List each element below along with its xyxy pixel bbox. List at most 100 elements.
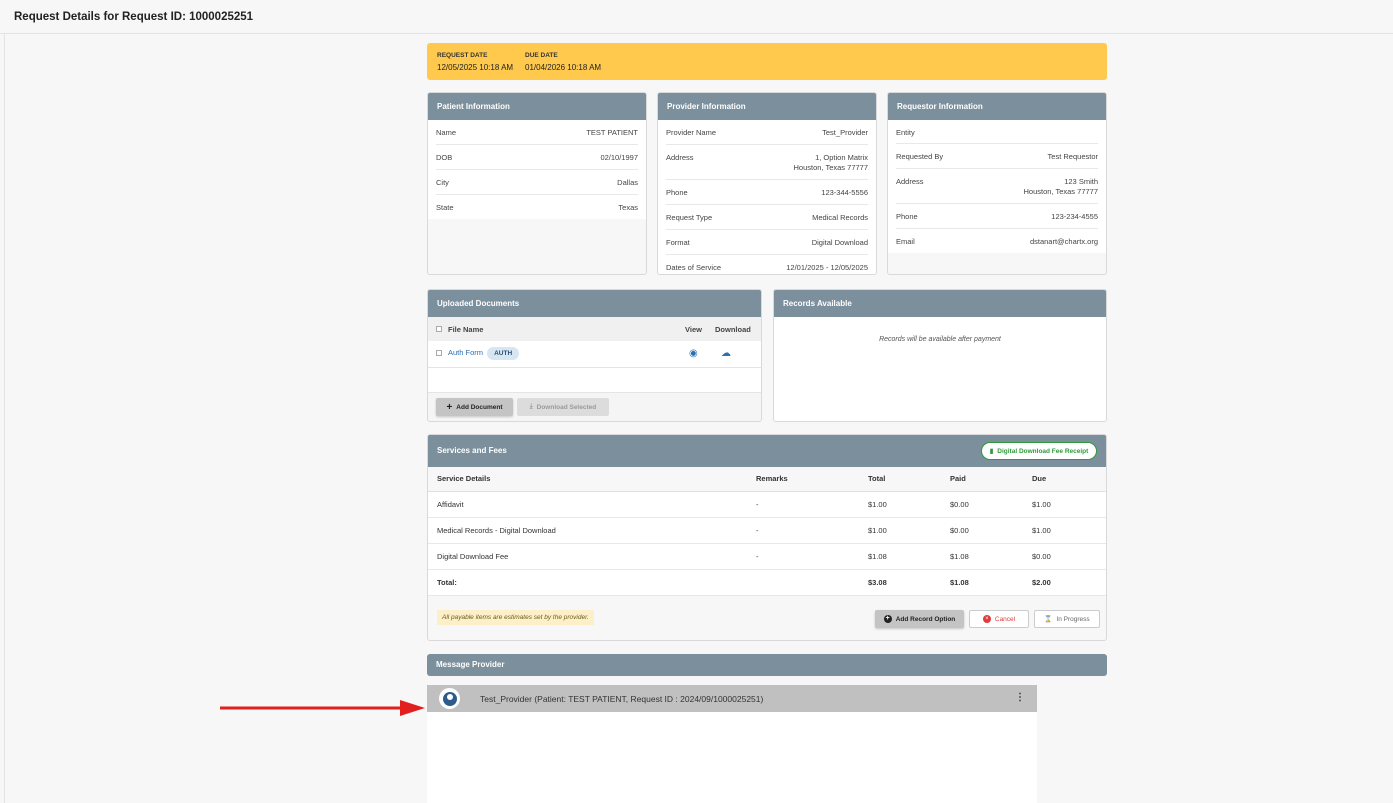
download-icon: ⤓ bbox=[529, 403, 533, 410]
info-row: DOB 02/10/1997 bbox=[436, 145, 638, 170]
fees-cell: $1.00 bbox=[1032, 491, 1106, 518]
info-value: TEST PATIENT bbox=[586, 128, 638, 137]
fees-row: Digital Download Fee - $1.08 $1.08 $0.00 bbox=[428, 543, 1106, 570]
fees-cell: $0.00 bbox=[1032, 543, 1106, 570]
info-label: Requested By bbox=[896, 152, 944, 161]
fees-row: Medical Records - Digital Download - $1.00… bbox=[428, 517, 1106, 544]
info-row: Email dstanart@chartx.org bbox=[896, 229, 1098, 253]
estimate-note: All payable items are estimates set by t… bbox=[437, 610, 594, 625]
plus-icon: + bbox=[446, 401, 453, 413]
info-value: dstanart@chartx.org bbox=[1029, 237, 1098, 246]
info-label: Address bbox=[666, 153, 694, 162]
document-icon: ▮ bbox=[989, 448, 994, 455]
fees-cell: Digital Download Fee bbox=[428, 543, 756, 570]
more-options-icon[interactable]: ⋮ bbox=[1015, 692, 1025, 703]
info-label: Provider Name bbox=[666, 128, 717, 137]
info-value: 123 Smith Houston, Texas 77777 bbox=[1023, 177, 1099, 196]
date-banner: REQUEST DATE 12/05/2025 10:18 AM DUE DATE… bbox=[427, 43, 1107, 80]
document-row: Auth Form AUTH ◉ ☁ bbox=[428, 341, 761, 368]
info-row: Address 1, Option Matrix Houston, Texas 77… bbox=[666, 145, 868, 180]
fees-row: Affidavit - $1.00 $0.00 $1.00 bbox=[428, 491, 1106, 518]
fees-card: Services and Fees ▮ Digital Download Fee … bbox=[427, 434, 1107, 641]
info-row: Name TEST PATIENT bbox=[436, 120, 638, 145]
requestor-title: Requestor Information bbox=[888, 93, 1106, 120]
due-date-label: DUE DATE bbox=[525, 52, 558, 59]
patient-title: Patient Information bbox=[428, 93, 646, 120]
request-date-label: REQUEST DATE bbox=[437, 52, 488, 59]
fees-cell: Affidavit bbox=[428, 491, 756, 518]
fees-cell bbox=[756, 569, 868, 596]
requestor-card: Requestor Information Entity Requested By… bbox=[887, 92, 1107, 275]
info-row: Dates of Service 12/01/2025 - 12/05/2025 bbox=[666, 255, 868, 274]
fees-cell: $1.08 bbox=[950, 543, 1032, 570]
cancel-button[interactable]: × Cancel bbox=[969, 610, 1029, 628]
info-row: State Texas bbox=[436, 195, 638, 219]
info-label: Format bbox=[666, 238, 690, 247]
fees-cell: $1.08 bbox=[950, 569, 1032, 596]
info-value: Digital Download bbox=[811, 238, 868, 247]
info-label: Request Type bbox=[666, 213, 713, 222]
fees-title: Services and Fees bbox=[437, 446, 507, 455]
fees-column-header: Total bbox=[868, 467, 950, 492]
fees-cell: $0.00 bbox=[950, 491, 1032, 518]
chat-panel: Test_Provider (Patient: TEST PATIENT, Re… bbox=[427, 685, 1037, 803]
fees-cell: $1.00 bbox=[868, 517, 950, 544]
fees-cell: $2.00 bbox=[1032, 569, 1106, 596]
documents-card: Uploaded Documents File Name View Downlo… bbox=[427, 289, 762, 422]
info-value: Test_Provider bbox=[822, 128, 868, 137]
cloud-download-icon[interactable]: ☁ bbox=[715, 341, 761, 368]
fees-column-header: Paid bbox=[950, 467, 1032, 492]
status-in-progress-button[interactable]: ⌛ In Progress bbox=[1034, 610, 1100, 628]
col-download: Download bbox=[715, 317, 761, 341]
download-selected-button[interactable]: ⤓ Download Selected bbox=[517, 398, 609, 416]
eye-icon[interactable]: ◉ bbox=[685, 341, 715, 368]
info-label: Address bbox=[896, 177, 924, 186]
info-value: Medical Records bbox=[812, 213, 868, 222]
info-label: Dates of Service bbox=[666, 263, 722, 272]
fees-cell: Medical Records - Digital Download bbox=[428, 517, 756, 544]
info-row: Format Digital Download bbox=[666, 230, 868, 255]
divider bbox=[4, 34, 5, 803]
avatar bbox=[439, 688, 460, 709]
file-badge: AUTH bbox=[487, 347, 520, 361]
fees-column-header: Remarks bbox=[756, 467, 868, 492]
col-file-name: File Name bbox=[448, 317, 685, 341]
row-checkbox[interactable] bbox=[436, 350, 442, 357]
info-value: Dallas bbox=[617, 178, 638, 187]
info-row: Request Type Medical Records bbox=[666, 205, 868, 230]
info-label: Phone bbox=[896, 212, 918, 221]
due-date: 01/04/2026 10:18 AM bbox=[525, 63, 602, 72]
add-document-button[interactable]: + Add Document bbox=[436, 398, 513, 416]
col-view: View bbox=[685, 317, 715, 341]
request-date: 12/05/2025 10:18 AM bbox=[437, 63, 514, 72]
fees-cell: $3.08 bbox=[868, 569, 950, 596]
info-value: 123-344-5556 bbox=[821, 188, 868, 197]
select-all-checkbox[interactable] bbox=[436, 325, 442, 332]
message-provider-header: Message Provider bbox=[427, 654, 1107, 676]
message-title: Message Provider bbox=[427, 654, 1107, 676]
info-row: Entity bbox=[896, 120, 1098, 144]
info-label: DOB bbox=[436, 153, 453, 162]
fee-receipt-button[interactable]: ▮ Digital Download Fee Receipt bbox=[981, 442, 1097, 460]
cancel-circle-icon: × bbox=[982, 615, 991, 623]
info-row: Address 123 Smith Houston, Texas 77777 bbox=[896, 169, 1098, 204]
page-title: Request Details for Request ID: 10000252… bbox=[14, 11, 254, 23]
info-value: 1, Option Matrix Houston, Texas 77777 bbox=[793, 153, 869, 172]
documents-title: Uploaded Documents bbox=[428, 290, 761, 317]
add-record-option-button[interactable]: + Add Record Option bbox=[875, 610, 964, 628]
info-label: City bbox=[436, 178, 449, 187]
hourglass-icon: ⌛ bbox=[1044, 616, 1053, 623]
fees-column-header: Due bbox=[1032, 467, 1106, 492]
info-label: Phone bbox=[666, 188, 688, 197]
fees-cell: $1.08 bbox=[868, 543, 950, 570]
chat-thread-header[interactable]: Test_Provider (Patient: TEST PATIENT, Re… bbox=[427, 685, 1037, 712]
file-link[interactable]: Auth Form bbox=[448, 348, 483, 357]
info-row: Provider Name Test_Provider bbox=[666, 120, 868, 145]
records-card: Records Available Records will be availa… bbox=[773, 289, 1107, 422]
info-value: 123-234-4555 bbox=[1051, 212, 1098, 221]
info-row: Phone 123-234-4555 bbox=[896, 204, 1098, 229]
fees-total-row: Total: $3.08 $1.08 $2.00 bbox=[428, 569, 1106, 596]
info-label: Entity bbox=[896, 128, 915, 137]
fees-cell: $0.00 bbox=[950, 517, 1032, 544]
fees-cell: - bbox=[756, 517, 868, 544]
